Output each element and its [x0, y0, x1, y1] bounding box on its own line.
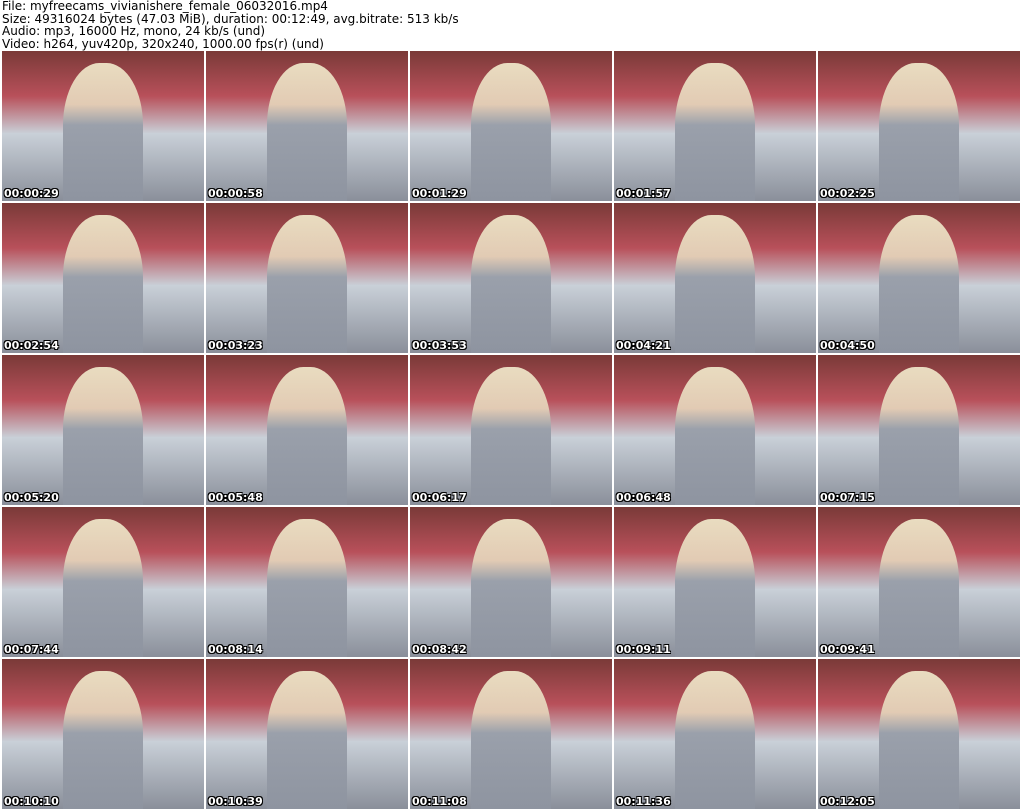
- video-thumbnail: 00:04:21: [614, 203, 816, 353]
- timestamp: 00:06:48: [616, 491, 671, 504]
- thumbnail-image: [470, 367, 552, 505]
- timestamp: 00:04:21: [616, 339, 671, 352]
- thumbnail-image: [62, 215, 144, 353]
- thumbnail-image: [674, 215, 756, 353]
- video-thumbnail: 00:03:23: [206, 203, 408, 353]
- timestamp: 00:08:42: [412, 643, 467, 656]
- timestamp: 00:03:23: [208, 339, 263, 352]
- video-thumbnail: 00:01:57: [614, 51, 816, 201]
- thumbnail-image: [674, 63, 756, 201]
- thumbnail-image: [878, 367, 960, 505]
- thumbnail-image: [266, 671, 348, 809]
- video-thumbnail: 00:11:08: [410, 659, 612, 809]
- video-thumbnail: 00:06:48: [614, 355, 816, 505]
- thumbnail-image: [674, 367, 756, 505]
- video-thumbnail: 00:06:17: [410, 355, 612, 505]
- thumbnail-image: [266, 215, 348, 353]
- video-thumbnail: 00:10:10: [2, 659, 204, 809]
- timestamp: 00:00:58: [208, 187, 263, 200]
- timestamp: 00:04:50: [820, 339, 875, 352]
- video-thumbnail: 00:09:11: [614, 507, 816, 657]
- video-thumbnail: 00:09:41: [818, 507, 1020, 657]
- timestamp: 00:05:48: [208, 491, 263, 504]
- video-thumbnail: 00:02:25: [818, 51, 1020, 201]
- thumbnail-image: [470, 215, 552, 353]
- video-thumbnail: 00:08:14: [206, 507, 408, 657]
- video-thumbnail: 00:05:48: [206, 355, 408, 505]
- thumbnail-image: [878, 215, 960, 353]
- video-thumbnail: 00:08:42: [410, 507, 612, 657]
- timestamp: 00:11:36: [616, 795, 671, 808]
- timestamp: 00:09:11: [616, 643, 671, 656]
- video-thumbnail: 00:00:29: [2, 51, 204, 201]
- thumbnail-image: [62, 63, 144, 201]
- thumbnail-image: [62, 367, 144, 505]
- thumbnail-image: [62, 671, 144, 809]
- audio-info: Audio: mp3, 16000 Hz, mono, 24 kb/s (und…: [2, 24, 266, 38]
- timestamp: 00:03:53: [412, 339, 467, 352]
- video-thumbnail: 00:02:54: [2, 203, 204, 353]
- timestamp: 00:07:15: [820, 491, 875, 504]
- thumbnail-image: [266, 519, 348, 657]
- thumbnail-grid: 00:00:29 00:00:58 00:01:29 00:01:57 00:02:25…: [2, 51, 1020, 809]
- video-thumbnail: 00:04:50: [818, 203, 1020, 353]
- thumbnail-image: [470, 671, 552, 809]
- video-thumbnail: 00:12:05: [818, 659, 1020, 809]
- timestamp: 00:11:08: [412, 795, 467, 808]
- timestamp: 00:01:57: [616, 187, 671, 200]
- timestamp: 00:09:41: [820, 643, 875, 656]
- thumbnail-image: [470, 63, 552, 201]
- file-info: File: myfreecams_vivianishere_female_060…: [2, 0, 459, 50]
- video-thumbnail: 00:11:36: [614, 659, 816, 809]
- thumbnail-image: [878, 63, 960, 201]
- thumbnail-image: [266, 63, 348, 201]
- video-thumbnail: 00:10:39: [206, 659, 408, 809]
- timestamp: 00:06:17: [412, 491, 467, 504]
- video-thumbnail: 00:07:44: [2, 507, 204, 657]
- timestamp: 00:07:44: [4, 643, 59, 656]
- thumbnail-image: [62, 519, 144, 657]
- video-thumbnail: 00:07:15: [818, 355, 1020, 505]
- timestamp: 00:02:54: [4, 339, 59, 352]
- timestamp: 00:10:39: [208, 795, 263, 808]
- thumbnail-image: [878, 519, 960, 657]
- thumbnail-image: [470, 519, 552, 657]
- timestamp: 00:08:14: [208, 643, 263, 656]
- video-thumbnail: 00:01:29: [410, 51, 612, 201]
- video-thumbnail: 00:05:20: [2, 355, 204, 505]
- timestamp: 00:05:20: [4, 491, 59, 504]
- thumbnail-image: [674, 671, 756, 809]
- thumbnail-image: [266, 367, 348, 505]
- file-name: File: myfreecams_vivianishere_female_060…: [2, 0, 328, 13]
- timestamp: 00:00:29: [4, 187, 59, 200]
- timestamp: 00:12:05: [820, 795, 875, 808]
- video-thumbnail: 00:03:53: [410, 203, 612, 353]
- timestamp: 00:10:10: [4, 795, 59, 808]
- video-thumbnail: 00:00:58: [206, 51, 408, 201]
- timestamp: 00:01:29: [412, 187, 467, 200]
- video-info: Video: h264, yuv420p, 320x240, 1000.00 f…: [2, 36, 324, 51]
- thumbnail-image: [878, 671, 960, 809]
- timestamp: 00:02:25: [820, 187, 875, 200]
- thumbnail-image: [674, 519, 756, 657]
